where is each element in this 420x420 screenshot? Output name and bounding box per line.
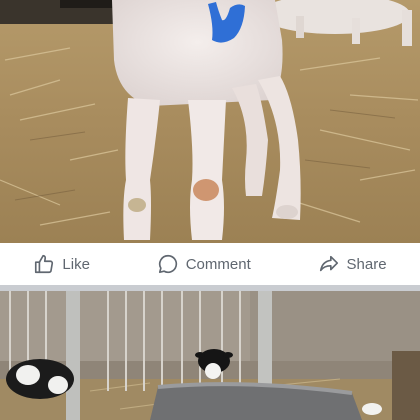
post-photo-calves[interactable] — [0, 291, 420, 420]
comment-button[interactable]: Comment — [147, 247, 261, 281]
post-photo-lamb[interactable] — [0, 0, 420, 243]
share-label: Share — [346, 255, 387, 273]
like-button[interactable]: Like — [23, 247, 100, 281]
share-arrow-icon — [318, 253, 340, 275]
speech-bubble-icon — [157, 253, 179, 275]
share-button[interactable]: Share — [308, 247, 397, 281]
comment-label: Comment — [185, 255, 251, 273]
post-action-bar: Like Comment Share — [0, 243, 420, 286]
like-label: Like — [62, 255, 90, 273]
thumbs-up-icon — [33, 253, 55, 275]
